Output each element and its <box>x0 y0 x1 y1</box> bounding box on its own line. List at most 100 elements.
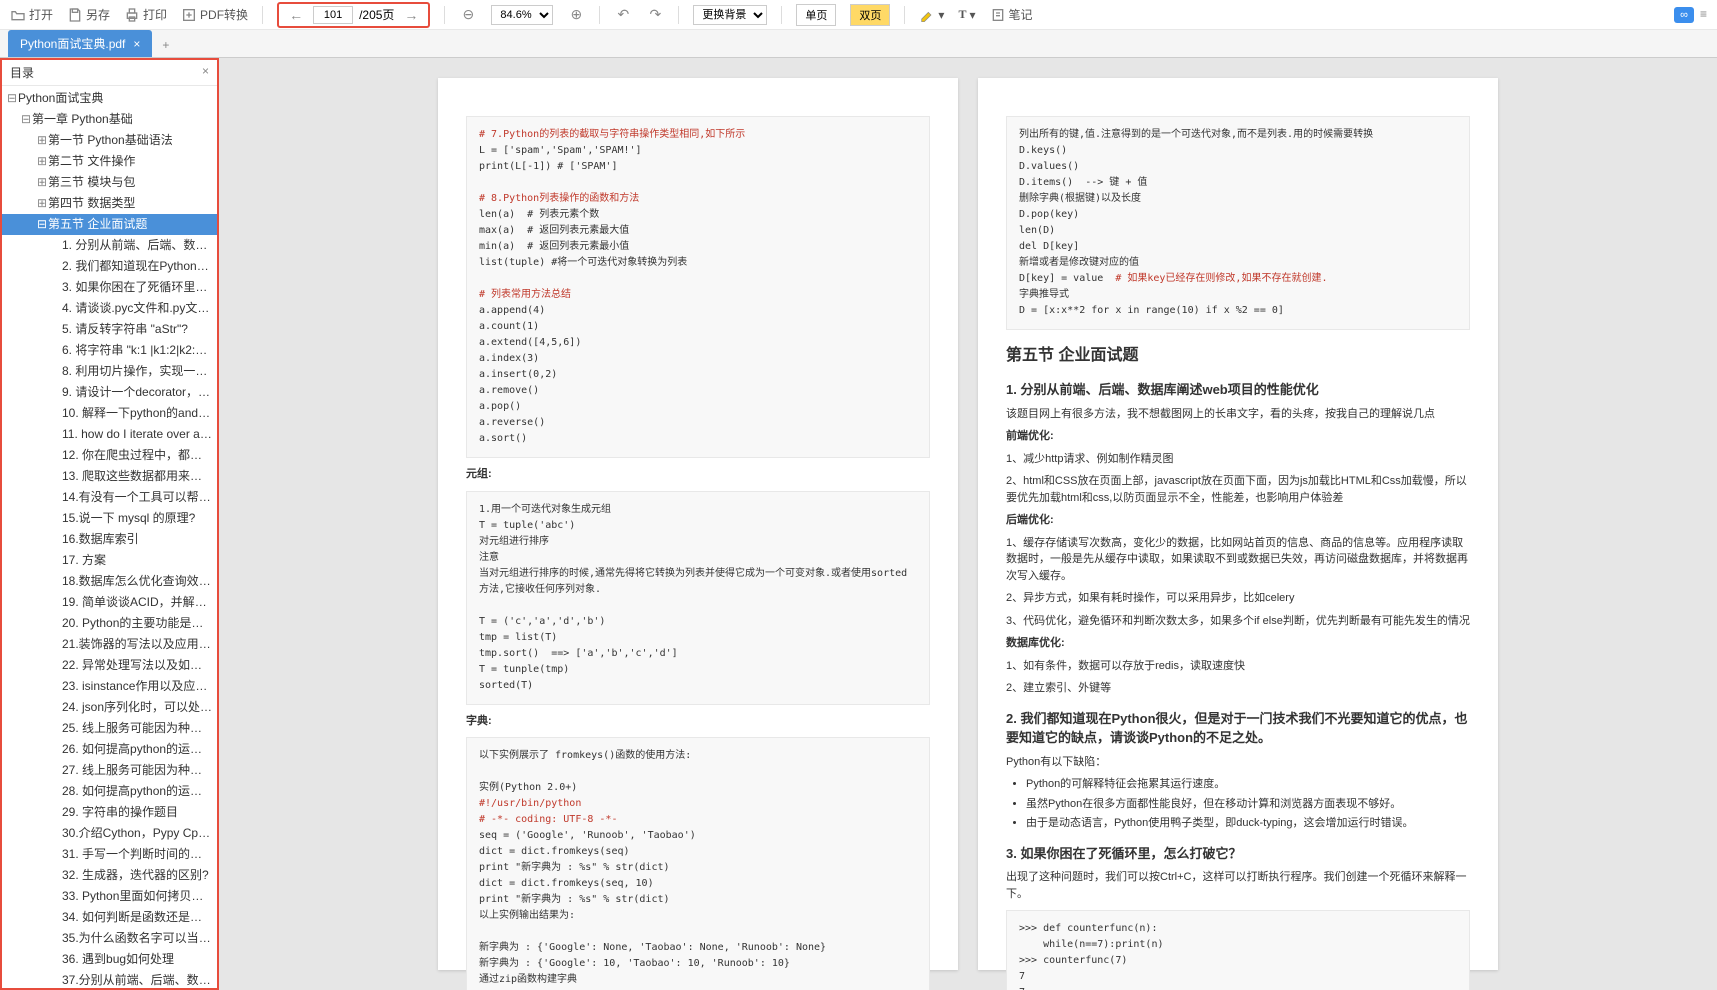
tree-leaf[interactable]: 14.有没有一个工具可以帮助查… <box>2 487 217 508</box>
tree-leaf[interactable]: 17. 方案 <box>2 550 217 571</box>
print-button[interactable]: 打印 <box>124 6 167 23</box>
tree-leaf[interactable]: 21.装饰器的写法以及应用场景… <box>2 634 217 655</box>
text-icon: T <box>958 7 966 22</box>
tree-leaf[interactable]: 9. 请设计一个decorator，它… <box>2 382 217 403</box>
highlight-button[interactable]: ▾ <box>919 7 944 23</box>
code-block-tuple: 1.用一个可迭代对象生成元组 T = tuple('abc') 对元组进行排序 … <box>466 491 930 705</box>
tuple-label: 元组: <box>466 466 930 483</box>
tree-leaf[interactable]: 24. json序列化时，可以处理的… <box>2 697 217 718</box>
tree-leaf[interactable]: 20. Python的主要功能是什么?… <box>2 613 217 634</box>
q3-para: 出现了这种问题时，我们可以按Ctrl+C，这样可以打断执行程序。我们创建一个死循… <box>1006 869 1470 902</box>
sidebar-outline: 目录 × ⊟Python面试宝典 ⊟第一章 Python基础 ⊞第一节 Pyth… <box>0 58 219 990</box>
page-right: 列出所有的键,值.注意得到的是一个可迭代对象,而不是列表.用的时候需要转换 D.… <box>978 78 1498 970</box>
rotate-left-button[interactable]: ↶ <box>614 6 632 23</box>
tree-leaf[interactable]: 32. 生成器，迭代器的区别? <box>2 865 217 886</box>
tree-leaf[interactable]: 1. 分别从前端、后端、数据库… <box>2 235 217 256</box>
save-as-button[interactable]: 另存 <box>67 6 110 23</box>
menu-icon[interactable]: ≡ <box>1700 7 1707 23</box>
code-block-counterfunc: >>> def counterfunc(n): while(n==7):prin… <box>1006 910 1470 990</box>
q1-db2: 2、建立索引、外键等 <box>1006 680 1470 697</box>
separator <box>678 6 679 24</box>
tree-s5[interactable]: ⊟第五节 企业面试题 <box>2 214 217 235</box>
tree-leaf[interactable]: 30.介绍Cython，Pypy Cpytho… <box>2 823 217 844</box>
tree-s2[interactable]: ⊞第二节 文件操作 <box>2 151 217 172</box>
pdf-convert-button[interactable]: PDF转换 <box>181 6 248 23</box>
tree-leaf[interactable]: 26. 如何提高python的运行效… <box>2 739 217 760</box>
sidebar-close-icon[interactable]: × <box>202 64 209 81</box>
tree-leaf[interactable]: 25. 线上服务可能因为种种原因… <box>2 718 217 739</box>
tree-leaf[interactable]: 5. 请反转字符串 "aStr"? <box>2 319 217 340</box>
q2-para: Python有以下缺陷： <box>1006 754 1470 771</box>
tree-root[interactable]: ⊟Python面试宝典 <box>2 88 217 109</box>
rotate-right-button[interactable]: ↷ <box>646 6 664 23</box>
tree-leaf[interactable]: 8. 利用切片操作，实现一个trin… <box>2 361 217 382</box>
tree-leaf[interactable]: 29. 字符串的操作题目 <box>2 802 217 823</box>
sidebar-header: 目录 × <box>2 60 217 86</box>
bullet-item: 由于是动态语言，Python使用鸭子类型，即duck-typing，这会增加运行… <box>1026 815 1470 832</box>
tree-leaf[interactable]: 34. 如何判断是函数还是方法?… <box>2 907 217 928</box>
tab-title: Python面试宝典.pdf <box>20 35 125 52</box>
tree-leaf[interactable]: 27. 线上服务可能因为种种原因… <box>2 760 217 781</box>
tree-leaf[interactable]: 2. 我们都知道现在Python很火… <box>2 256 217 277</box>
highlight-icon <box>919 7 935 23</box>
tree-leaf[interactable]: 6. 将字符串 "k:1 |k1:2|k2:3|k3… <box>2 340 217 361</box>
zoom-in-button[interactable]: ⊕ <box>567 6 585 23</box>
tree-leaf[interactable]: 37.分别从前端、后端、数据库… <box>2 970 217 988</box>
tree-leaf[interactable]: 15.说一下 mysql 的原理? <box>2 508 217 529</box>
tree-leaf[interactable]: 12. 你在爬虫过程中，都是怎么… <box>2 445 217 466</box>
zoom-select[interactable]: 84.6% <box>491 5 553 25</box>
document-tab[interactable]: Python面试宝典.pdf × <box>8 30 152 57</box>
tree-leaf[interactable]: 23. isinstance作用以及应用场… <box>2 676 217 697</box>
tree-leaf[interactable]: 13. 爬取这些数据都用来做什么… <box>2 466 217 487</box>
tree-leaf[interactable]: 16.数据库索引 <box>2 529 217 550</box>
q3-title: 3. 如果你困在了死循环里，怎么打破它？ <box>1006 844 1470 864</box>
q1-be-label: 后端优化: <box>1006 512 1470 529</box>
q1-db-label: 数据库优化: <box>1006 635 1470 652</box>
q1-para: 该题目网上有很多方法，我不想截图网上的长串文字，看的头疼，按我自己的理解说几点 <box>1006 406 1470 423</box>
page-input[interactable] <box>313 6 353 24</box>
section-title: 第五节 企业面试题 <box>1006 344 1470 368</box>
page-viewport[interactable]: # 7.Python的列表的截取与字符串操作类型相同,如下所示 L = ['sp… <box>219 58 1717 990</box>
page-left: # 7.Python的列表的截取与字符串操作类型相同,如下所示 L = ['sp… <box>438 78 958 970</box>
tree-leaf[interactable]: 19. 简单谈谈ACID，并解释每… <box>2 592 217 613</box>
tree-s4[interactable]: ⊞第四节 数据类型 <box>2 193 217 214</box>
tree-leaf[interactable]: 4. 请谈谈.pyc文件和.py文件的… <box>2 298 217 319</box>
tree-s3[interactable]: ⊞第三节 模块与包 <box>2 172 217 193</box>
tree-leaf[interactable]: 18.数据库怎么优化查询效率? <box>2 571 217 592</box>
note-button[interactable]: 笔记 <box>990 6 1033 23</box>
tree-s1[interactable]: ⊞第一节 Python基础语法 <box>2 130 217 151</box>
q1-fe2: 2、html和CSS放在页面上部，javascript放在页面下面，因为js加载… <box>1006 473 1470 506</box>
tree-ch1[interactable]: ⊟第一章 Python基础 <box>2 109 217 130</box>
q1-db1: 1、如有条件，数据可以存放于redis，读取速度快 <box>1006 658 1470 675</box>
zoom-out-button[interactable]: ⊖ <box>459 6 477 23</box>
tree-leaf[interactable]: 35.为什么函数名字可以当做参… <box>2 928 217 949</box>
separator <box>444 6 445 24</box>
infinity-badge[interactable]: ∞ <box>1674 7 1694 23</box>
open-button[interactable]: 打开 <box>10 6 53 23</box>
tree-leaf[interactable]: 10. 解释一下python的and-or… <box>2 403 217 424</box>
q2-bullets: Python的可解释特征会拖累其运行速度。 虽然Python在很多方面都性能良好… <box>1026 776 1470 832</box>
q1-be1: 1、缓存存储读写次数高，变化少的数据，比如网站首页的信息、商品的信息等。应用程序… <box>1006 535 1470 585</box>
change-bg-select[interactable]: 更换背景 <box>693 5 767 25</box>
right-icons: ∞ ≡ <box>1674 7 1707 23</box>
tree-leaf[interactable]: 33. Python里面如何拷贝一个对… <box>2 886 217 907</box>
tree-leaf[interactable]: 3. 如果你困在了死循环里，怎… <box>2 277 217 298</box>
dict-label: 字典: <box>466 713 930 730</box>
prev-page-button[interactable]: ← <box>285 7 307 23</box>
next-page-button[interactable]: → <box>400 7 422 23</box>
convert-icon <box>181 7 197 23</box>
tree-leaf[interactable]: 31. 手写一个判断时间的装饰器… <box>2 844 217 865</box>
code-block-list: # 7.Python的列表的截取与字符串操作类型相同,如下所示 L = ['sp… <box>466 116 930 458</box>
double-page-button[interactable]: 双页 <box>850 4 890 26</box>
single-page-button[interactable]: 单页 <box>796 4 836 26</box>
q1-be3: 3、代码优化，避免循环和判断次数太多，如果多个if else判断，优先判断最有可… <box>1006 613 1470 630</box>
tree-leaf[interactable]: 22. 异常处理写法以及如何主动… <box>2 655 217 676</box>
outline-tree[interactable]: ⊟Python面试宝典 ⊟第一章 Python基础 ⊞第一节 Python基础语… <box>2 86 217 988</box>
tab-close-icon[interactable]: × <box>133 37 140 51</box>
tree-leaf[interactable]: 28. 如何提高python的运行效… <box>2 781 217 802</box>
tree-leaf[interactable]: 36. 遇到bug如何处理 <box>2 949 217 970</box>
tree-leaf[interactable]: 11. how do I iterate over a s… <box>2 424 217 445</box>
separator <box>904 6 905 24</box>
text-tool-button[interactable]: T▾ <box>958 7 975 22</box>
add-tab-button[interactable]: + <box>152 33 179 57</box>
